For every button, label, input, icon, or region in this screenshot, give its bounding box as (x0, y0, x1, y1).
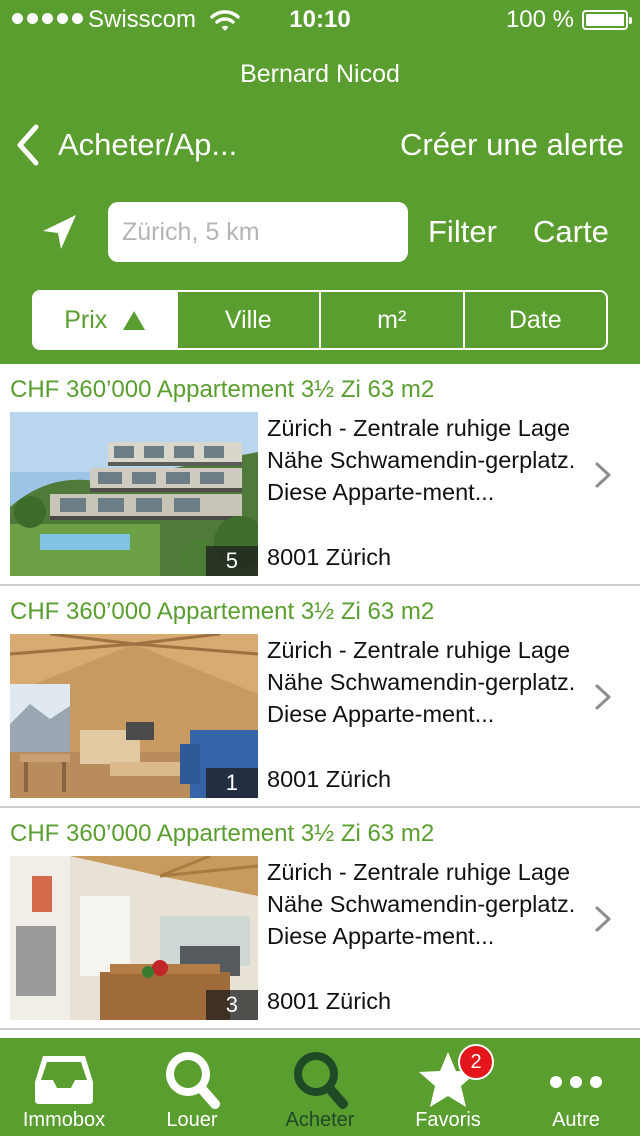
listing-item[interactable]: CHF 360’000 Appartement 3½ Zi 63 m2 5 Zü… (0, 364, 640, 586)
chevron-right-icon (595, 462, 611, 488)
status-bar: Swisscom 10:10 100 % (0, 0, 640, 40)
listing-title: CHF 360’000 Appartement 3½ Zi 63 m2 (10, 598, 435, 625)
listing-item[interactable]: CHF 360’000 Appartement 3½ Zi 63 m2 1 Zü… (0, 586, 640, 808)
listing-title: CHF 360’000 Appartement 3½ Zi 63 m2 (10, 820, 435, 847)
photo-count: 5 (206, 546, 258, 576)
filter-button[interactable]: Filter (428, 206, 497, 258)
tab-label: Immobox (22, 1109, 106, 1131)
tab-immobox[interactable]: Immobox (0, 1038, 128, 1136)
listing-description: Zürich - Zentrale ruhige Lage Nähe Schwa… (267, 637, 576, 727)
sort-ascending-icon (123, 310, 146, 330)
favorites-badge: 2 (458, 1044, 494, 1080)
chevron-right-icon (595, 684, 611, 710)
listing-title: CHF 360’000 Appartement 3½ Zi 63 m2 (10, 376, 435, 403)
chevron-left-icon (17, 124, 39, 166)
tab-favoris[interactable]: 2 Favoris (384, 1038, 512, 1136)
listing-item[interactable]: CHF 360’000 Appartement 3½ Zi 63 m2 3 Zü… (0, 808, 640, 1030)
map-button[interactable]: Carte (533, 206, 609, 258)
listing-list: CHF 360’000 Appartement 3½ Zi 63 m2 5 Zü… (0, 364, 640, 1030)
create-alert-button[interactable]: Créer une alerte (400, 120, 624, 170)
listing-location: 8001 Zürich (267, 766, 392, 792)
inbox-icon (35, 1056, 93, 1104)
tab-louer[interactable]: Louer (128, 1038, 256, 1136)
listing-description: Zürich - Zentrale ruhige Lage Nähe Schwa… (267, 415, 576, 505)
back-button-label: Acheter/Ap... (58, 127, 238, 162)
app-title: Bernard Nicod (240, 60, 400, 88)
listing-photo: 5 (10, 412, 258, 576)
sort-by-date[interactable]: Date (462, 292, 607, 348)
listing-location: 8001 Zürich (267, 988, 392, 1014)
tab-label: Favoris (415, 1109, 481, 1131)
tab-label: Acheter (285, 1109, 355, 1131)
back-button[interactable]: Acheter/Ap... (12, 120, 237, 170)
battery-icon (582, 10, 632, 30)
tab-autre[interactable]: Autre (512, 1038, 640, 1136)
listing-photo: 1 (10, 634, 258, 798)
search-icon (166, 1052, 220, 1109)
location-arrow-icon[interactable] (40, 212, 80, 252)
photo-count: 3 (206, 990, 258, 1020)
more-icon (550, 1076, 602, 1088)
sort-by-city[interactable]: Ville (175, 292, 320, 348)
tab-label: Autre (552, 1109, 600, 1131)
listing-description: Zürich - Zentrale ruhige Lage Nähe Schwa… (267, 859, 576, 949)
chevron-right-icon (595, 906, 611, 932)
battery-percent: 100 % (505, 6, 574, 33)
tab-acheter[interactable]: Acheter (256, 1038, 384, 1136)
listing-location: 8001 Zürich (267, 544, 392, 570)
search-icon (294, 1052, 348, 1109)
search-input[interactable] (108, 202, 408, 262)
sort-by-area[interactable]: m² (319, 292, 463, 348)
listing-photo: 3 (10, 856, 258, 1020)
sort-by-price-label: Prix (64, 305, 108, 334)
tab-label: Louer (166, 1109, 218, 1131)
photo-count: 1 (206, 768, 258, 798)
sort-segmented-control: Prix Ville m² Date (32, 290, 608, 350)
header: Swisscom 10:10 100 % Bernard Nicod Achet… (0, 0, 640, 364)
sort-by-price[interactable]: Prix (34, 292, 176, 348)
tab-bar: Immobox Louer Acheter 2 Favoris Autre (0, 1038, 640, 1136)
